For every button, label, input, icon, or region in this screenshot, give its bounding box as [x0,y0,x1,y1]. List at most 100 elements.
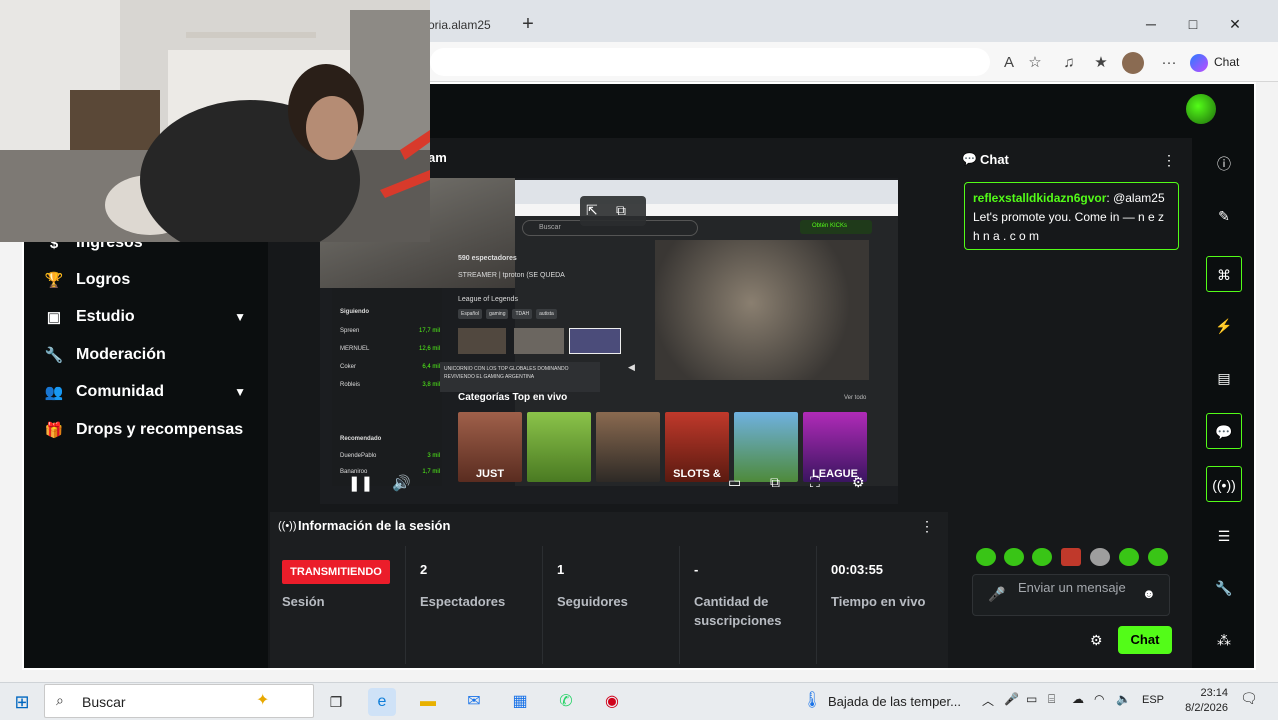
broadcast-rail-icon[interactable]: ((•)) [1206,466,1242,502]
sidebar-item-label: Drops y recompensas [76,421,244,438]
chat-title: Chat [980,152,1009,167]
chevron-up-icon[interactable]: ︿ [982,692,994,709]
chat-send-button[interactable]: Chat [1118,626,1172,654]
preview-tag: Español [458,309,483,319]
copilot-chat-button[interactable]: Chat [1190,50,1250,74]
info-icon[interactable]: ⓘ [1206,146,1242,182]
emote-icon[interactable] [1148,548,1168,566]
pip-player-icon[interactable]: ⧉ [770,474,780,491]
more-options-icon[interactable]: ⋮ [920,518,934,535]
list-item: Robleis 3,8 mil [340,382,440,388]
close-window-button[interactable]: ✕ [1220,10,1250,38]
capture-icon[interactable]: ⌘ [1206,256,1242,292]
chat-username[interactable]: reflexstalldkidazn6gvor [973,191,1106,205]
emote-icon[interactable] [1119,548,1139,566]
preview-tags: Español gaming TDAH autista [458,309,557,319]
weather-text[interactable]: Bajada de las temper... [828,694,961,709]
session-info-title: Información de la sesión [298,518,451,533]
wifi-icon[interactable]: ◠ [1094,692,1104,706]
viewers-label: Espectadores [420,594,506,609]
task-view-icon[interactable]: ❐ [322,688,350,716]
emote-icon[interactable] [1061,548,1081,566]
fullscreen-icon[interactable]: ⛶ [810,474,820,491]
read-aloud-icon[interactable]: A [998,52,1020,74]
url-input[interactable] [430,48,990,76]
network-tray-icon[interactable]: ⌸ [1048,692,1055,707]
trophy-icon: 🏆 [44,272,64,289]
display-tray-icon[interactable]: ▭ [1026,692,1037,706]
exit-screenshare-icon[interactable]: ⇱ [586,202,598,219]
edge-icon[interactable]: e [368,688,396,716]
preview-streamer-camera [655,240,869,380]
media-control-icon[interactable]: ♫ [1058,52,1080,74]
profile-avatar-icon[interactable] [1122,52,1144,74]
system-clock[interactable]: 23:14 8/2/2026 [1172,686,1228,716]
more-menu-icon[interactable]: ··· [1158,52,1180,74]
user-avatar[interactable] [1186,94,1216,124]
session-info-panel [270,512,948,668]
webcam-overlay [0,0,430,242]
whatsapp-icon[interactable]: ✆ [552,688,580,716]
layout-icon[interactable]: ☰ [1206,518,1242,554]
sidebar-item-comunidad[interactable]: 👥 Comunidad ▼ [44,377,264,407]
theater-mode-icon[interactable]: ▭ [728,474,741,491]
minimize-button[interactable]: ─ [1136,10,1166,38]
sidebar-item-moderacion[interactable]: 🔧 Moderación [44,340,264,370]
pip-icon[interactable]: ⧉ [616,202,626,219]
document-icon[interactable]: ▤ [1206,360,1242,396]
favorites-icon[interactable]: ★ [1090,52,1112,74]
sidebar-item-label: Comunidad [76,383,164,400]
list-item: Spreen 17,7 mil [340,328,440,334]
sidebar-item-logros[interactable]: 🏆 Logros [44,265,264,295]
settings-gear-icon[interactable]: ⚙ [852,474,865,491]
lightning-icon[interactable]: ⚡ [1206,308,1242,344]
copilot-icon [1190,53,1208,72]
volume-icon[interactable]: 🔊 [392,474,411,492]
maximize-button[interactable]: □ [1178,10,1208,38]
preview-recommended-header: Recomendado [340,436,382,442]
preview-ver-todo: Ver todo [844,395,867,401]
taskbar-search-text: Buscar [82,694,126,710]
emote-icon[interactable] [1004,548,1024,566]
sidebar-item-drops[interactable]: 🎁 Drops y recompensas [44,415,264,445]
microphone-icon[interactable]: 🎤 [988,586,1005,603]
notifications-icon[interactable]: 🗨 [1240,690,1258,707]
emote-icon[interactable] [976,548,996,566]
sidebar-item-label: Logros [76,271,131,288]
chat-rail-icon[interactable]: 💬 [1206,413,1242,449]
preview-streamer-line: STREAMER | tproton (SE QUEDA [458,272,565,279]
new-tab-button[interactable]: + [515,10,541,38]
sidebar-item-estudio[interactable]: ▣ Estudio ▼ [44,302,264,332]
file-explorer-icon[interactable]: ▬ [414,688,442,716]
browser-tab[interactable]: oria.alam25 [428,8,500,42]
emoji-icon[interactable]: ☻ [1142,586,1156,601]
preview-clip-thumb [458,328,506,354]
outlook-icon[interactable]: ✉ [460,688,488,716]
pause-icon[interactable]: ❚❚ [348,474,373,492]
wrench-icon: 🔧 [44,347,64,364]
studio-icon: ▣ [46,309,62,326]
emote-icon[interactable] [1090,548,1110,566]
chat-message: reflexstalldkidazn6gvor: @alam25 Let's p… [964,182,1179,250]
mic-tray-icon[interactable]: 🎤 [1004,692,1019,706]
cloud-tray-icon[interactable]: ☁ [1072,692,1084,706]
edit-pencil-icon[interactable]: ✎ [1206,198,1242,234]
followers-label: Seguidores [557,594,628,609]
chat-bubble-icon: 💬 [962,152,977,166]
favorite-star-icon[interactable]: ☆ [1024,52,1046,74]
broadcast-icon: ((•)) [278,520,297,532]
share-icon[interactable]: ⁂ [1206,622,1242,658]
preview-category-thumb: JUST [458,412,522,482]
divider [816,546,817,664]
tools-icon[interactable]: 🔧 [1206,570,1242,606]
chat-options-icon[interactable]: ⋮ [1162,152,1176,169]
windows-start-icon[interactable]: ⊞ [8,688,36,716]
preview-browser-bar [515,180,898,204]
store-icon[interactable]: ▦ [506,688,534,716]
preview-tag: autista [536,309,557,319]
speaker-icon[interactable]: 🔈 [1116,692,1131,706]
language-indicator[interactable]: ESP [1142,694,1164,706]
chat-settings-icon[interactable]: ⚙ [1090,632,1103,649]
emote-icon[interactable] [1032,548,1052,566]
recorder-icon[interactable]: ◉ [598,688,626,716]
